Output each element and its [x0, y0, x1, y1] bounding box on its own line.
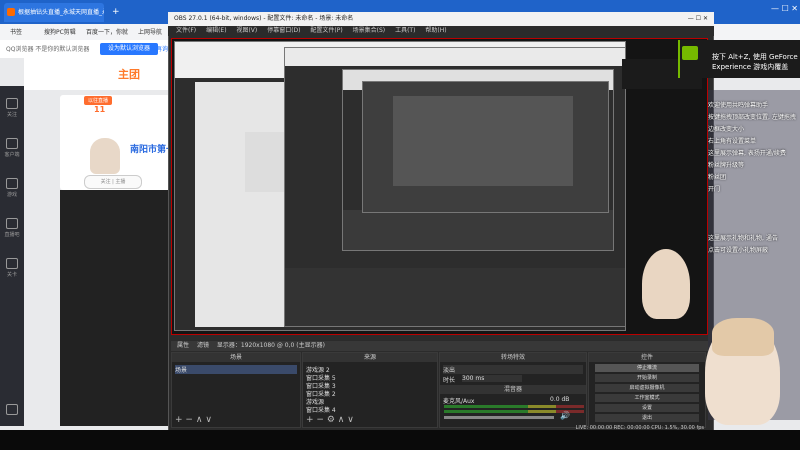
- start-recording-button[interactable]: 开始录制: [595, 374, 699, 382]
- menu-file[interactable]: 文件(F): [176, 27, 196, 34]
- site-logo[interactable]: 主团: [118, 66, 140, 82]
- chat-line: 边框改变大小: [708, 126, 745, 133]
- menu-view[interactable]: 视图(V): [236, 27, 257, 34]
- nav-level[interactable]: 关卡: [0, 258, 24, 278]
- controls-header: 控件: [589, 353, 705, 362]
- monitor-icon: [6, 138, 18, 149]
- chat-line: 这里展示弹幕, 表扬开通/续费: [708, 150, 786, 157]
- filters-button[interactable]: 滤镜: [197, 342, 209, 349]
- gamepad-icon: [6, 178, 18, 189]
- volume-meter: [444, 405, 584, 408]
- nav-client[interactable]: 客户端: [0, 138, 24, 158]
- browser-tab[interactable]: 根据抽钻头直播_永城天网直播_永...: [4, 3, 104, 22]
- heart-icon: [6, 98, 18, 109]
- properties-button[interactable]: 属性: [177, 342, 189, 349]
- obs-preview[interactable]: [171, 38, 708, 335]
- nested-page: [195, 82, 285, 327]
- scenes-dock: 场景 场景 + − ∧ ∨: [171, 352, 301, 428]
- trophy-icon: [6, 258, 18, 269]
- chat-line: 粉丝团: [708, 174, 727, 181]
- headset-icon[interactable]: [0, 404, 24, 417]
- chat-icon: [6, 218, 18, 229]
- duration-input[interactable]: 300 ms: [462, 375, 522, 382]
- settings-button[interactable]: 设置: [595, 404, 699, 412]
- duration-label: 时长: [443, 377, 456, 384]
- studio-mode-button[interactable]: 工作室模式: [595, 394, 699, 402]
- site-left-nav: 关注 客户端 游戏 直播吧 关卡: [0, 86, 24, 426]
- nav-games[interactable]: 游戏: [0, 178, 24, 198]
- chat-line: 按键拖拽顶部改变位置, 左键拖拽: [708, 114, 796, 121]
- window-controls[interactable]: — ☐ ✕: [771, 4, 798, 13]
- nested-character: [642, 249, 690, 319]
- nested-docks-1: [285, 268, 625, 326]
- character-hair: [712, 318, 774, 356]
- obs-titlebar: OBS 27.0.1 (64-bit, windows) - 配置文件: 未命名…: [168, 12, 714, 26]
- menu-tools[interactable]: 工具(T): [395, 27, 415, 34]
- chat-line: 开门: [708, 186, 721, 193]
- menu-edit[interactable]: 编辑(E): [206, 27, 226, 34]
- display-select[interactable]: 显示器：1920x1080 @ 0,0 (主显示器): [217, 342, 325, 349]
- bookmark-item[interactable]: 搜狗PC剪辑: [44, 27, 76, 36]
- geforce-text: 按下 Alt+Z, 使用 GeForce Experience 游戏内覆盖: [712, 53, 798, 71]
- sources-dock: 来源 游戏源 2 窗口采集 5 窗口采集 3 窗口采集 2 游戏源 窗口采集 4…: [302, 352, 438, 428]
- obs-window-controls[interactable]: — ☐ ✕: [688, 12, 708, 26]
- nvidia-icon: [682, 46, 698, 60]
- infobar-text: QQ浏览器 不是你的默认浏览器: [6, 46, 90, 53]
- menu-help[interactable]: 帮助(H): [425, 27, 446, 34]
- menu-docks[interactable]: 停靠窗口(D): [267, 27, 300, 34]
- source-item[interactable]: 窗口采集 4: [306, 405, 336, 414]
- chat-line: 点击可设置小礼物屏蔽: [708, 247, 769, 254]
- menu-scene-collection[interactable]: 场景集合(S): [353, 27, 386, 34]
- speaker-icon[interactable]: 🔊: [560, 411, 570, 420]
- tab-favicon-icon: [7, 8, 15, 16]
- site-header: [24, 58, 170, 90]
- card-label: 以往直播: [84, 96, 113, 105]
- transition-select[interactable]: 淡出: [443, 365, 583, 374]
- chat-line: 欢迎使用共鸣弹幕助手: [708, 102, 769, 109]
- transition-header: 转场特效: [440, 353, 586, 362]
- virtual-camera-button[interactable]: 启动虚拟摄像机: [595, 384, 699, 392]
- nav-bar[interactable]: 直播吧: [0, 218, 24, 238]
- card-count: 11: [94, 105, 106, 114]
- scenes-header: 场景: [172, 353, 300, 362]
- menu-profile[interactable]: 配置文件(P): [310, 27, 342, 34]
- nested-card: [245, 132, 285, 192]
- exit-button[interactable]: 退出: [595, 414, 699, 422]
- obs-menubar: 文件(F) 编辑(E) 视图(V) 停靠窗口(D) 配置文件(P) 场景集合(S…: [168, 26, 714, 36]
- mixer-level: 0.0 dB: [550, 396, 570, 403]
- stop-stream-button[interactable]: 停止推流: [595, 364, 699, 372]
- danmaku-messages: 欢迎使用共鸣弹幕助手 按键拖拽顶部改变位置, 左键拖拽 边框改变大小 右上角有设…: [708, 100, 800, 257]
- bookmark-item[interactable]: 书签: [10, 27, 22, 36]
- controls-dock: 控件 停止推流 开始录制 启动虚拟摄像机 工作室模式 设置 退出: [588, 352, 706, 428]
- chat-line: 这里展示礼物和礼物, 通告: [708, 235, 778, 242]
- nav-follow[interactable]: 关注: [0, 98, 24, 118]
- chat-line: 粉丝牌升级等: [708, 162, 745, 169]
- obs-title: OBS 27.0.1 (64-bit, windows) - 配置文件: 未命名…: [174, 15, 354, 22]
- nested-obs-3: [362, 81, 609, 213]
- taskbar-strip: [0, 430, 800, 450]
- sources-header: 来源: [303, 353, 437, 362]
- follow-button[interactable]: 关注 | 主播: [84, 175, 142, 189]
- streamer-avatar: [90, 138, 120, 174]
- scene-item[interactable]: 场景: [175, 365, 297, 374]
- live-stage: [60, 190, 170, 426]
- mixer-channel: 麦克风/Aux: [443, 398, 475, 405]
- new-tab-button[interactable]: +: [112, 7, 120, 17]
- bookmark-item[interactable]: 上网导航: [138, 27, 162, 36]
- volume-slider[interactable]: [444, 416, 554, 419]
- mixer-dock: 转场特效 淡出 时长 300 ms 混音器 麦克风/Aux 0.0 dB 🔊: [439, 352, 587, 428]
- bookmark-item[interactable]: 百度一下，你就: [86, 27, 128, 36]
- mixer-header: 混音器: [440, 385, 586, 394]
- chat-line: 右上角有设置菜单: [708, 138, 757, 145]
- source-toolbar: 属性 滤镜 显示器：1920x1080 @ 0,0 (主显示器): [171, 341, 708, 351]
